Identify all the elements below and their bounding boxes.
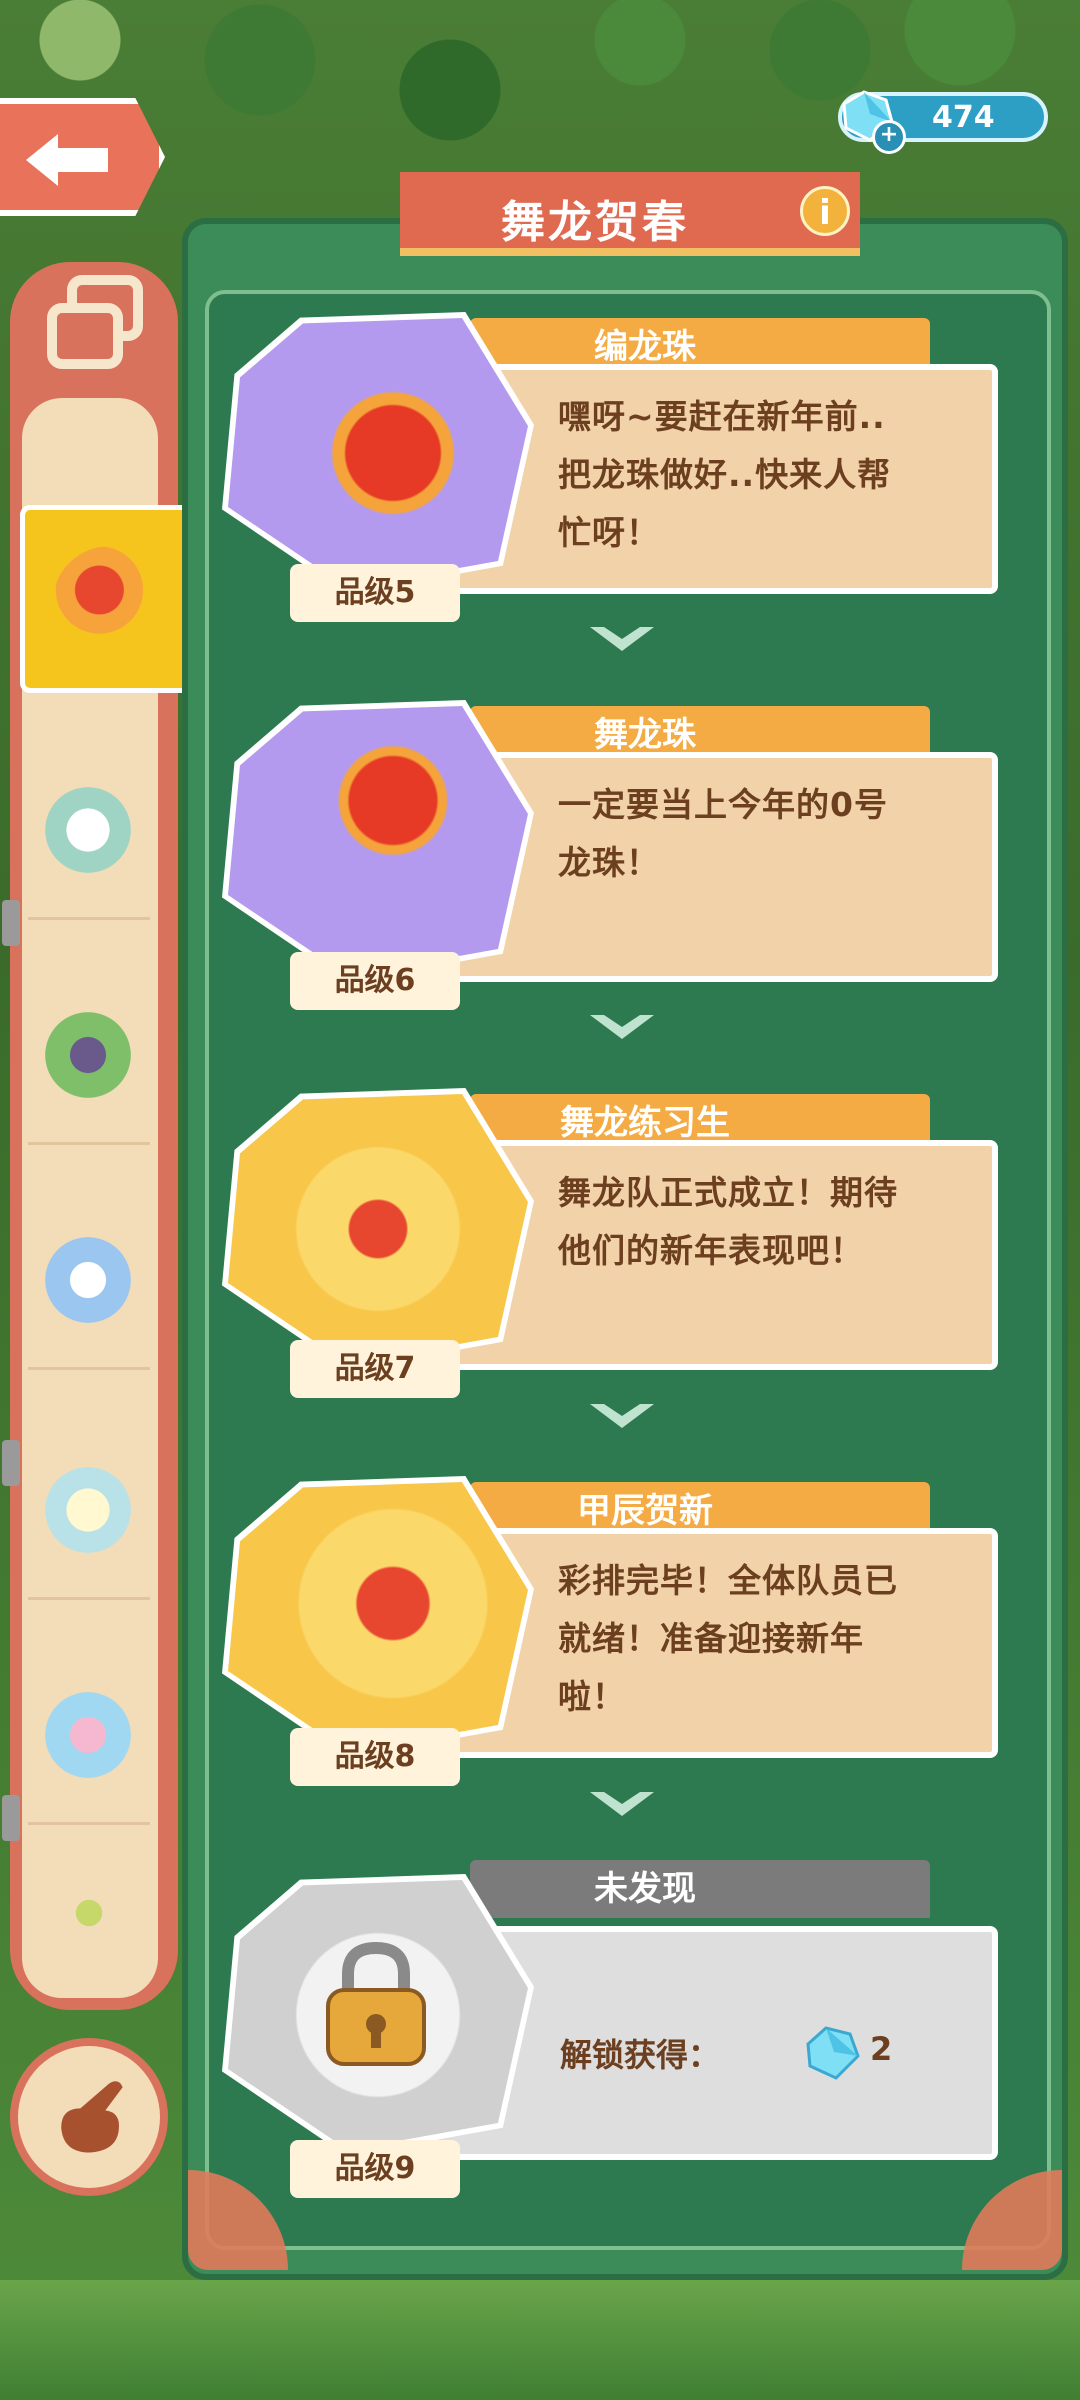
card-description: 嘿呀~要赶在新年前.. 把龙珠做好..快来人帮 忙呀！ <box>558 388 958 562</box>
bird-thumb <box>38 1230 138 1330</box>
desc-line: 一定要当上今年的0号 <box>558 785 888 824</box>
desc-line: 啦！ <box>558 1677 626 1716</box>
castle-thumb <box>38 1460 138 1560</box>
desc-line: 他们的新年表现吧！ <box>558 1231 864 1270</box>
reward-count: 2 <box>870 2030 893 2068</box>
sidebar-item-sprout[interactable] <box>28 1860 150 1970</box>
grade-badge: 品级5 <box>290 564 460 622</box>
album-card-grade8: 甲辰贺新 彩排完毕！全体队员已 就绪！准备迎接新年 啦！ 品级8 <box>222 1476 1008 1792</box>
desc-line: 彩排完毕！全体队员已 <box>558 1561 898 1600</box>
back-arrow-icon <box>26 134 108 186</box>
sprout-thumb <box>66 1890 112 1936</box>
gem-counter[interactable]: + 474 <box>838 90 1048 154</box>
album-card-grade7: 舞龙练习生 舞龙队正式成立！期待 他们的新年表现吧！ 品级7 <box>222 1088 1008 1404</box>
album-card-grade5: 编龙珠 嘿呀~要赶在新年前.. 把龙珠做好..快来人帮 忙呀！ 品级5 <box>222 312 1008 628</box>
grade-badge: 品级6 <box>290 952 460 1010</box>
padlock-icon <box>326 1941 426 2066</box>
chevron-down-icon <box>590 1792 654 1816</box>
ground-strip <box>0 2280 1080 2400</box>
desc-line: 把龙珠做好..快来人帮 <box>558 455 892 494</box>
desc-line: 舞龙队正式成立！期待 <box>558 1173 898 1212</box>
chevron-down-icon <box>590 1015 654 1039</box>
grade-badge: 品级8 <box>290 1728 460 1786</box>
fountain-thumb <box>38 780 138 880</box>
plus-icon[interactable]: + <box>872 120 906 154</box>
album-card-grade6: 舞龙珠 一定要当上今年的0号 龙珠！ 品级6 <box>222 700 1008 1016</box>
info-icon[interactable]: i <box>800 186 850 236</box>
sidebar-item-bird[interactable] <box>28 1190 150 1370</box>
new-year-dragon-image[interactable] <box>228 1482 528 1752</box>
dragon-dance-thumb <box>53 546 169 656</box>
sidebar-item-cake[interactable] <box>28 1645 150 1825</box>
gem-count: 474 <box>932 100 995 135</box>
dragon-trainee-image[interactable] <box>228 1094 528 1364</box>
desc-line: 嘿呀~要赶在新年前.. <box>558 397 886 436</box>
desc-line: 就绪！准备迎接新年 <box>558 1619 864 1658</box>
cake-thumb <box>38 1685 138 1785</box>
pavilion-thumb <box>38 1005 138 1105</box>
desc-line: 忙呀！ <box>558 513 660 552</box>
dance-pearl-image[interactable] <box>228 706 528 976</box>
card-title: 未发现 <box>470 1860 930 1918</box>
card-description: 彩排完毕！全体队员已 就绪！准备迎接新年 啦！ <box>558 1552 958 1726</box>
scroll-notch <box>2 1440 20 1486</box>
scroll-notch <box>2 1795 20 1841</box>
sidebar-item-pavilion[interactable] <box>28 965 150 1145</box>
title-ribbon: 舞龙贺春 <box>400 172 860 256</box>
pointing-hand-button[interactable] <box>10 2038 168 2196</box>
pointing-hand-icon <box>61 2081 123 2153</box>
card-description: 一定要当上今年的0号 龙珠！ <box>558 776 958 892</box>
scroll-notch <box>2 900 20 946</box>
dragon-pearl-image[interactable] <box>228 318 528 588</box>
grade-badge: 品级7 <box>290 1340 460 1398</box>
grade-badge: 品级9 <box>290 2140 460 2198</box>
card-description: 舞龙队正式成立！期待 他们的新年表现吧！ <box>558 1164 958 1280</box>
unlock-label: 解锁获得： <box>560 2036 721 2074</box>
chevron-down-icon <box>590 1404 654 1428</box>
desc-line: 龙珠！ <box>558 843 660 882</box>
sidebar-item-fountain[interactable] <box>28 740 150 920</box>
page-title: 舞龙贺春 <box>501 197 689 248</box>
sidebar-item-castle[interactable] <box>28 1420 150 1600</box>
album-card-grade9-locked: 未发现 品级9 <box>222 1860 1008 2198</box>
diamond-icon <box>806 2026 860 2080</box>
back-button[interactable] <box>0 98 165 216</box>
collection-icon[interactable] <box>42 272 152 372</box>
sidebar-item-dragon-dance[interactable] <box>20 505 196 693</box>
chevron-down-icon <box>590 627 654 651</box>
